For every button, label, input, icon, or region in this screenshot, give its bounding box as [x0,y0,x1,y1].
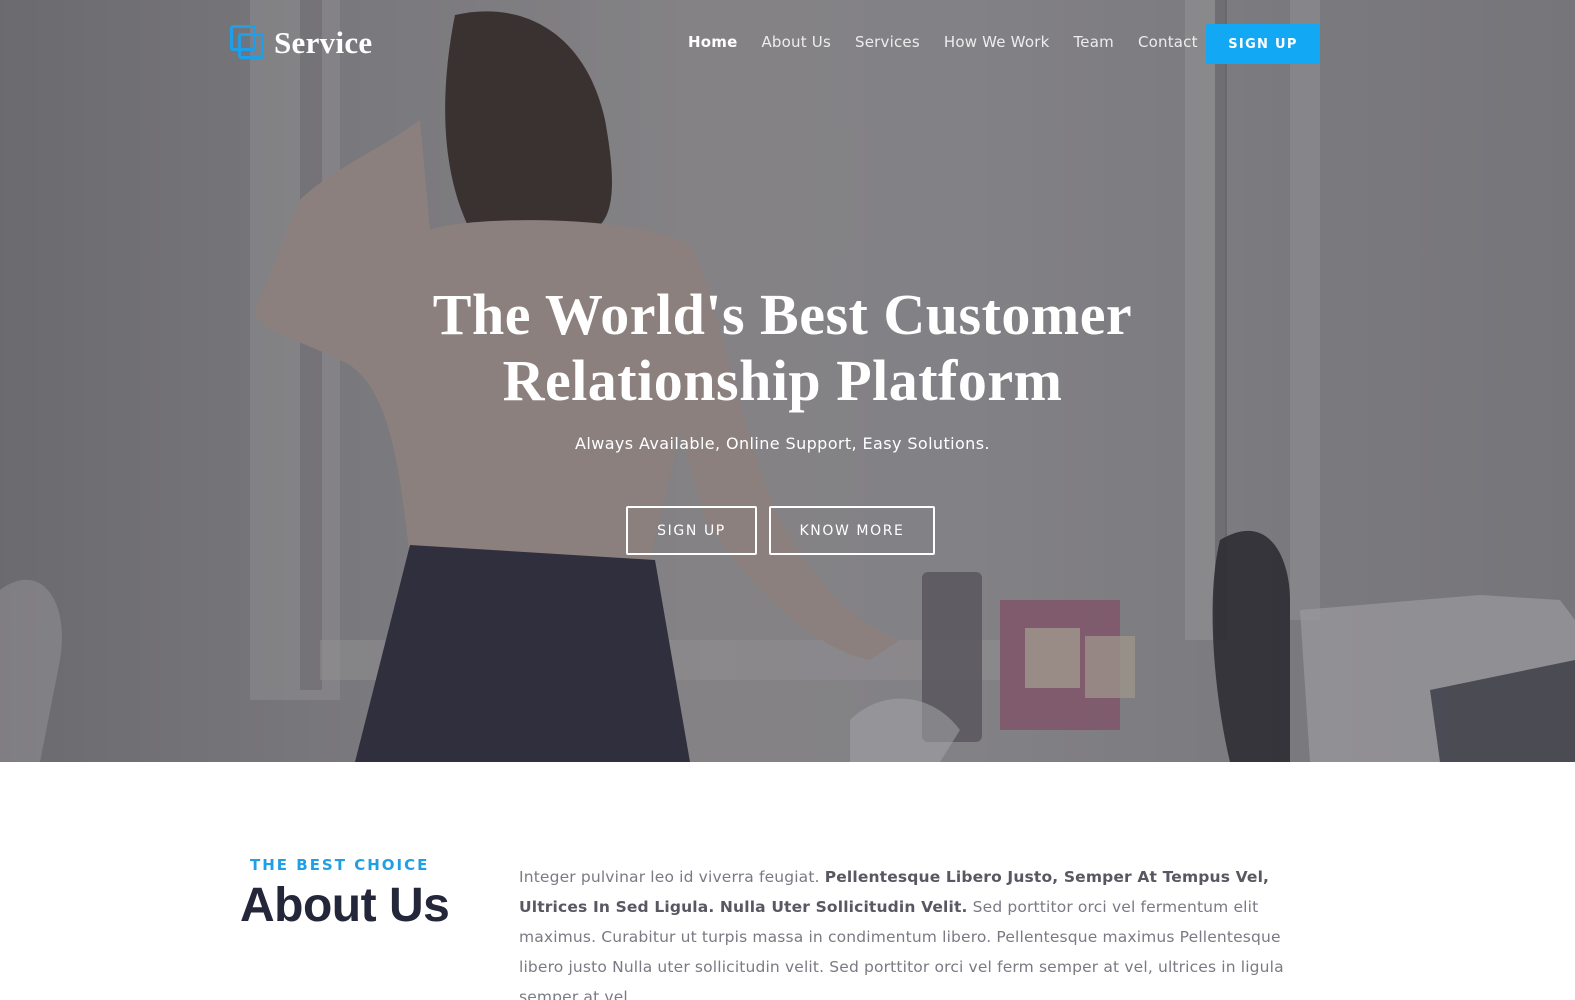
hero-subtitle: Always Available, Online Support, Easy S… [575,434,990,453]
about-text-intro: Integer pulvinar leo id viverra feugiat. [519,868,820,886]
nav-signup-button[interactable]: SIGN UP [1206,24,1320,64]
about-title: About Us [240,879,450,932]
hero-signup-button[interactable]: SIGN UP [626,506,757,555]
nav-item-home[interactable]: Home [688,33,737,51]
nav-item-about-us[interactable]: About Us [761,33,831,51]
brand-name: Service [274,25,373,60]
nav-item-contact[interactable]: Contact [1138,33,1198,51]
main-nav: Home About Us Services How We Work Team … [688,33,1222,51]
nav-item-team[interactable]: Team [1073,33,1113,51]
know-more-button[interactable]: KNOW MORE [769,506,935,555]
hero-title: The World's Best Customer Relationship P… [300,282,1265,414]
nav-item-how-we-work[interactable]: How We Work [944,33,1050,51]
hero-title-line-2: Relationship Platform [502,348,1063,413]
hero-title-line-1: The World's Best Customer [432,282,1133,347]
brand-logo[interactable]: Service [230,25,373,61]
about-paragraph: Integer pulvinar leo id viverra feugiat.… [519,862,1319,1000]
nav-item-services[interactable]: Services [855,33,920,51]
overlapping-squares-icon [230,25,266,61]
about-eyebrow: THE BEST CHOICE [250,856,430,874]
hero-section: Service Home About Us Services How We Wo… [0,0,1575,762]
